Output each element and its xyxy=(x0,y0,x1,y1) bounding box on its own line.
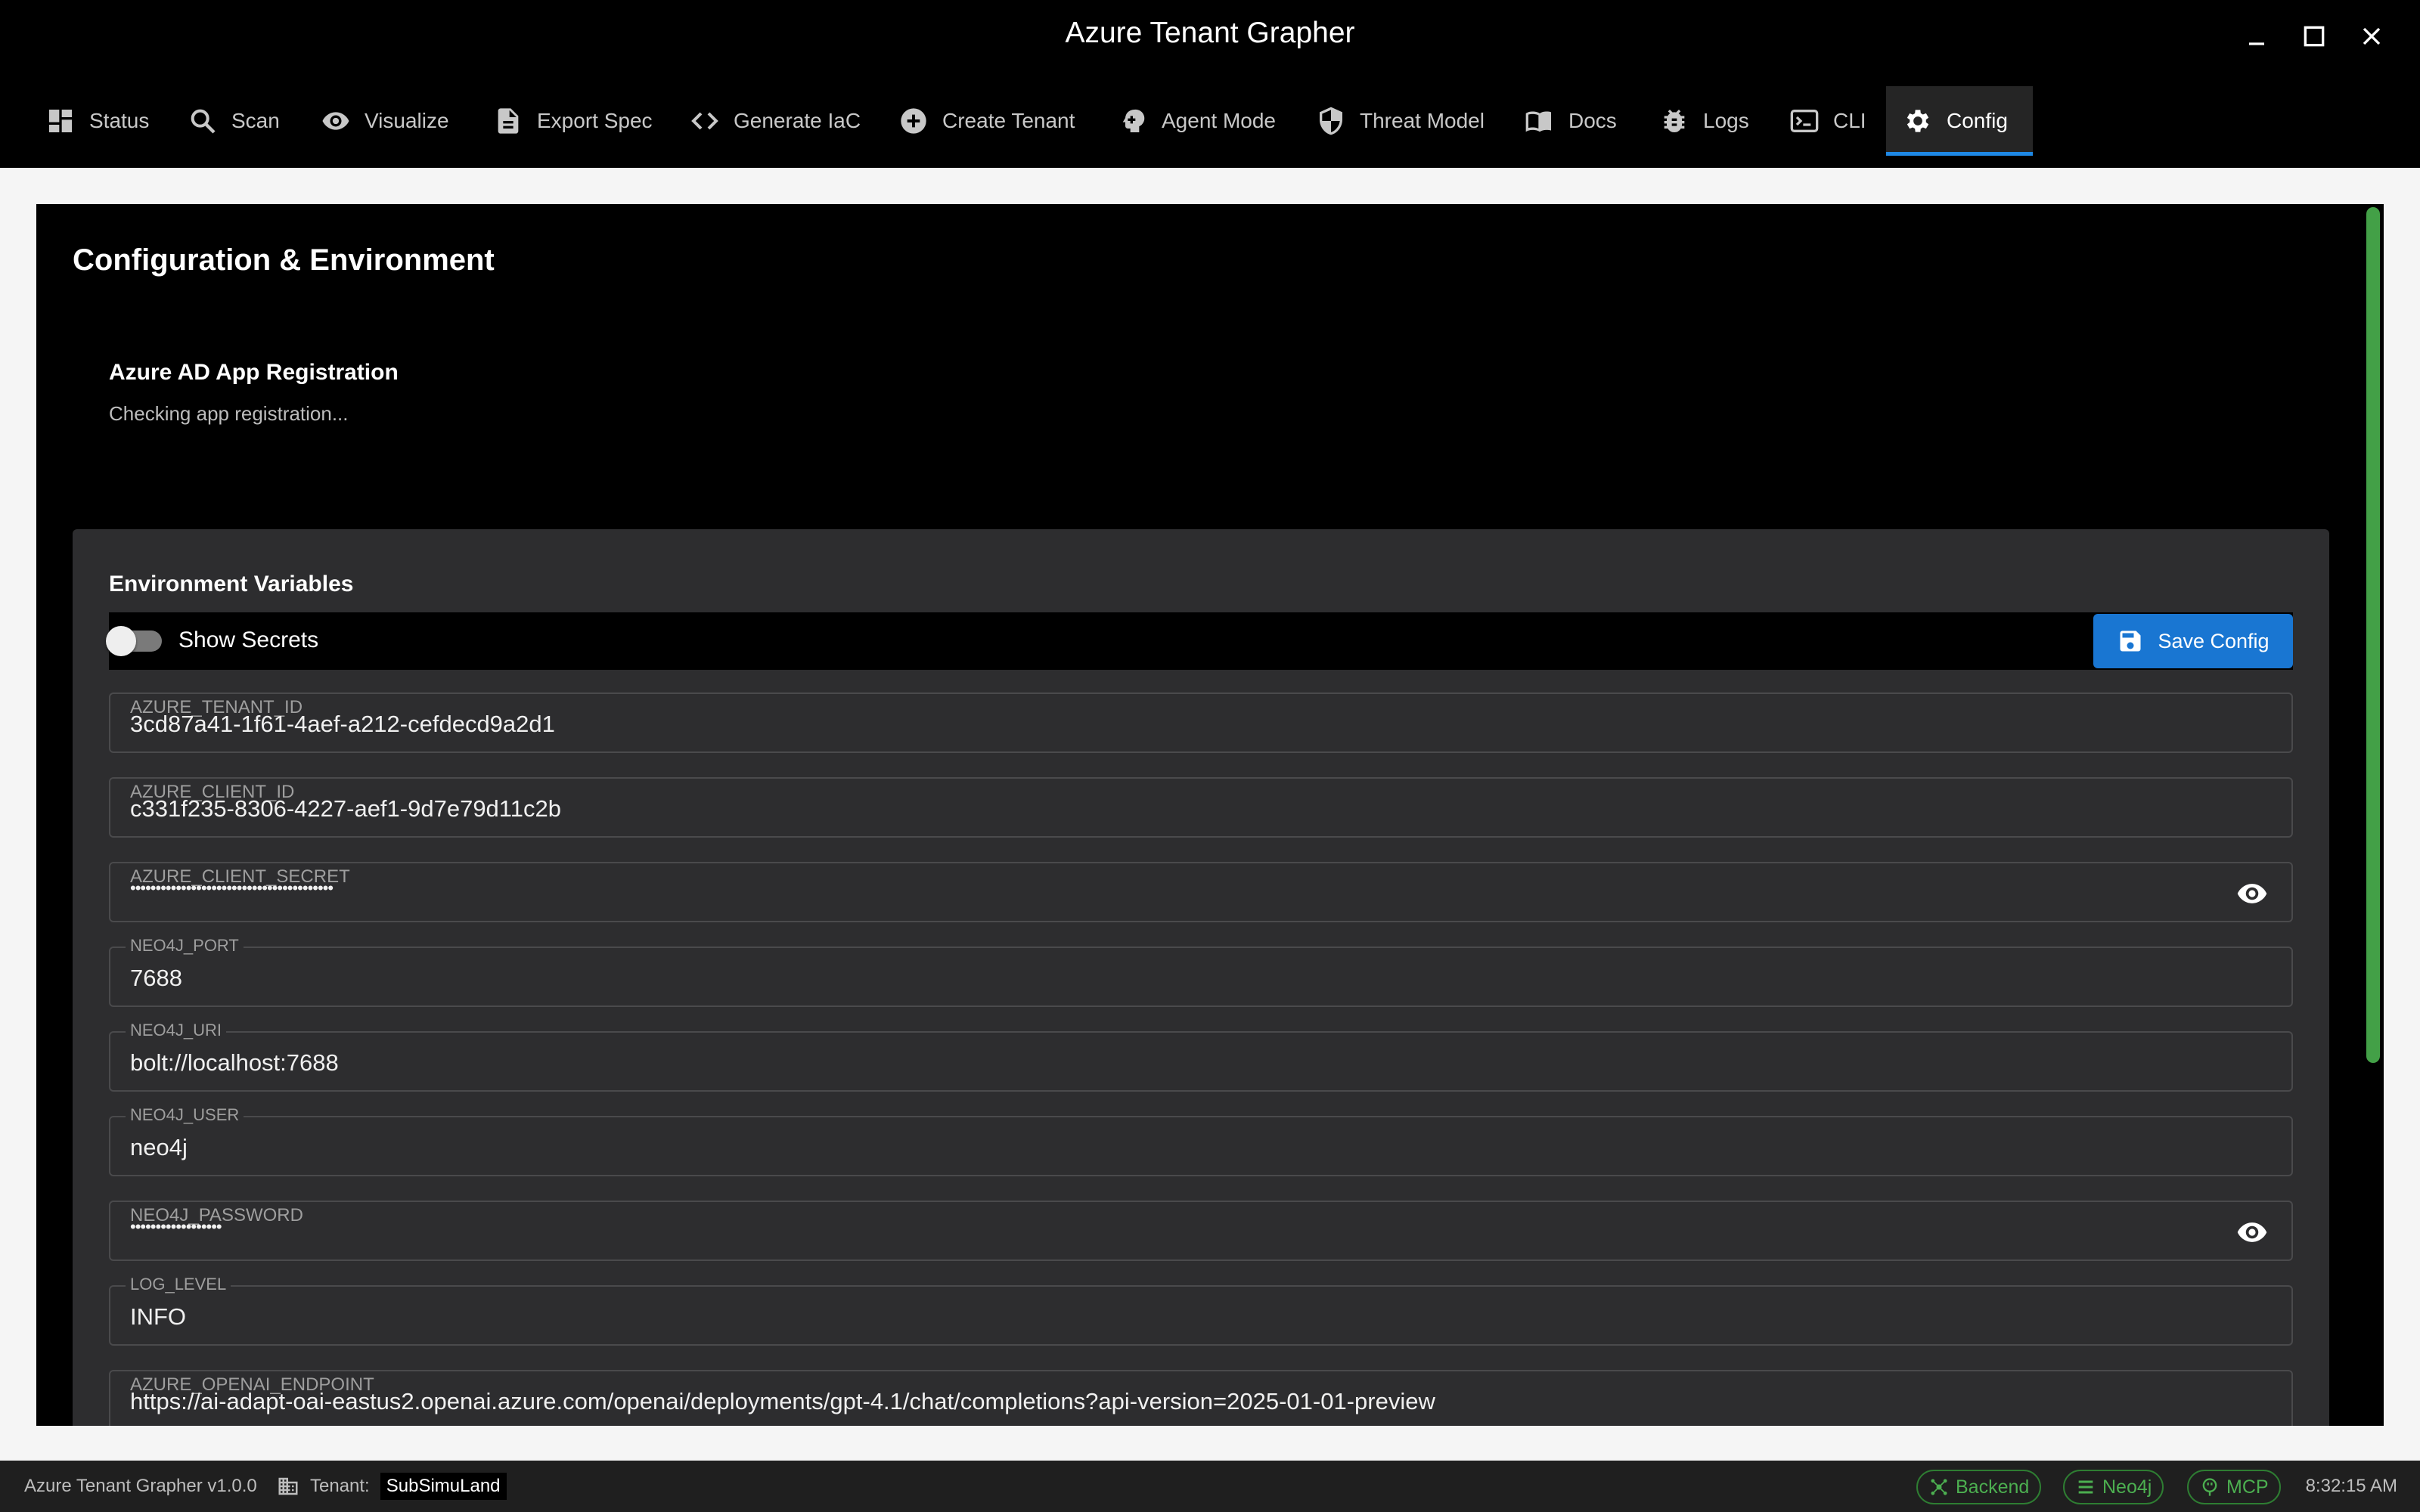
close-button[interactable] xyxy=(2352,17,2391,56)
backend-status-chip: Backend xyxy=(1916,1470,2042,1504)
minimize-button[interactable] xyxy=(2237,17,2276,56)
brain-icon xyxy=(1122,109,1145,132)
tab-label: Docs xyxy=(1568,109,1617,132)
tab-generate-iac[interactable]: Generate IaC xyxy=(673,86,877,156)
tab-label: Export Spec xyxy=(537,109,653,132)
eye-icon xyxy=(322,112,349,130)
tab-threat-model[interactable]: Threat Model xyxy=(1299,86,1501,156)
search-icon xyxy=(191,109,216,134)
status-bar: Azure Tenant Grapher v1.0.0 Tenant: SubS… xyxy=(0,1461,2420,1512)
tab-label: Threat Model xyxy=(1360,109,1485,132)
field-value: c331f235-8306-4227-aef1-9d7e79d11c2b xyxy=(130,795,561,822)
field-label: NEO4J_PORT xyxy=(126,936,244,956)
page-title: Configuration & Environment xyxy=(73,243,495,277)
plug-icon xyxy=(2202,1478,2217,1496)
main-tabs: Status Scan Visualize Export Spec Genera… xyxy=(0,73,2420,168)
hub-icon xyxy=(1931,1479,1947,1495)
bug-icon xyxy=(1664,110,1685,133)
tab-create-tenant[interactable]: Create Tenant xyxy=(882,86,1091,156)
field-label: NEO4J_URI xyxy=(126,1021,227,1040)
book-icon xyxy=(1525,111,1551,132)
tab-cli[interactable]: CLI xyxy=(1773,86,1883,156)
tab-label: Config xyxy=(1947,109,2008,132)
azure-openai-endpoint-field[interactable]: AZURE_OPENAI_ENDPOINT https://ai-adapt-o… xyxy=(109,1370,2293,1426)
field-value: bolt://localhost:7688 xyxy=(130,1049,339,1076)
document-icon xyxy=(498,108,519,134)
tab-label: Status xyxy=(89,109,150,132)
neo4j-uri-field[interactable]: NEO4J_URI bolt://localhost:7688 xyxy=(109,1021,2293,1092)
tab-visualize[interactable]: Visualize xyxy=(304,86,466,156)
tab-label: Scan xyxy=(231,109,280,132)
azure-client-id-field[interactable]: AZURE_CLIENT_ID c331f235-8306-4227-aef1-… xyxy=(109,777,2293,838)
log-level-field[interactable]: LOG_LEVEL INFO xyxy=(109,1275,2293,1346)
field-label: LOG_LEVEL xyxy=(126,1275,231,1294)
app-version: Azure Tenant Grapher v1.0.0 xyxy=(24,1476,257,1496)
clock: 8:32:15 AM xyxy=(2305,1476,2397,1496)
env-section-title: Environment Variables xyxy=(109,572,354,596)
tab-label: Create Tenant xyxy=(942,109,1075,132)
list-icon xyxy=(2078,1480,2093,1494)
maximize-icon xyxy=(2304,26,2325,47)
dashboard-icon xyxy=(49,110,72,132)
terminal-icon xyxy=(1790,110,1819,132)
chip-label: Backend xyxy=(1956,1476,2030,1498)
config-panel: Configuration & Environment Azure AD App… xyxy=(36,204,2384,1426)
gear-icon xyxy=(1907,110,1929,132)
neo4j-port-field[interactable]: NEO4J_PORT 7688 xyxy=(109,936,2293,1007)
minimize-icon xyxy=(2249,42,2264,45)
building-icon xyxy=(278,1477,298,1495)
tab-logs[interactable]: Logs xyxy=(1643,86,1766,156)
maximize-button[interactable] xyxy=(2294,17,2334,56)
close-icon xyxy=(2363,27,2381,45)
env-toolbar: Show Secrets Save Config xyxy=(106,612,2293,670)
neo4j-password-field[interactable]: NEO4J_PASSWORD •••••••••••••••••• xyxy=(109,1201,2293,1261)
field-value: •••••••••••••••••• xyxy=(130,1217,222,1236)
azure-tenant-id-field[interactable]: AZURE_TENANT_ID 3cd87a41-1f61-4aef-a212-… xyxy=(109,692,2293,753)
toggle-visibility-icon[interactable] xyxy=(2235,877,2269,910)
field-value: INFO xyxy=(130,1303,187,1330)
toggle-thumb xyxy=(106,626,136,656)
vertical-scrollbar[interactable] xyxy=(2366,207,2380,1063)
tab-label: CLI xyxy=(1833,109,1866,132)
tab-label: Logs xyxy=(1703,109,1749,132)
tab-export-spec[interactable]: Export Spec xyxy=(476,86,669,156)
window-title: Azure Tenant Grapher xyxy=(1065,17,1355,49)
field-value: https://ai-adapt-oai-eastus2.openai.azur… xyxy=(130,1388,1435,1414)
show-secrets-label: Show Secrets xyxy=(178,627,319,652)
save-config-label: Save Config xyxy=(2158,629,2270,652)
field-value: 3cd87a41-1f61-4aef-a212-cefdecd9a2d1 xyxy=(130,711,555,737)
app-registration-title: Azure AD App Registration xyxy=(109,360,399,385)
field-value: 7688 xyxy=(130,965,182,991)
environment-variables-card: Environment Variables Show Secrets Save … xyxy=(73,529,2329,1426)
save-icon xyxy=(2120,631,2141,652)
add-circle-icon xyxy=(901,108,926,134)
tab-label: Agent Mode xyxy=(1162,109,1276,132)
toggle-visibility-icon[interactable] xyxy=(2235,1216,2269,1249)
chip-label: MCP xyxy=(2226,1476,2269,1498)
neo4j-status-chip: Neo4j xyxy=(2063,1470,2164,1504)
tab-scan[interactable]: Scan xyxy=(171,86,296,156)
neo4j-user-field[interactable]: NEO4J_USER neo4j xyxy=(109,1105,2293,1176)
field-value: •••••••••••••••••••••••••••••••••••••••• xyxy=(130,878,334,897)
show-secrets-toggle[interactable] xyxy=(106,626,162,656)
mcp-status-chip: MCP xyxy=(2187,1470,2281,1504)
tab-status[interactable]: Status xyxy=(29,86,166,156)
chip-label: Neo4j xyxy=(2102,1476,2152,1498)
tab-config[interactable]: Config xyxy=(1886,86,2033,156)
app-registration-status: Checking app registration... xyxy=(109,402,349,425)
tab-agent-mode[interactable]: Agent Mode xyxy=(1101,86,1292,156)
tab-label: Visualize xyxy=(365,109,449,132)
tenant-name: SubSimuLand xyxy=(380,1473,507,1500)
save-config-button[interactable]: Save Config xyxy=(2093,614,2293,668)
tenant-indicator: Tenant: SubSimuLand xyxy=(277,1473,507,1500)
code-icon xyxy=(691,112,718,130)
field-label: NEO4J_USER xyxy=(126,1105,244,1125)
title-bar: Azure Tenant Grapher xyxy=(0,0,2420,73)
tenant-label: Tenant: xyxy=(310,1476,370,1496)
tab-label: Generate IaC xyxy=(734,109,861,132)
azure-client-secret-field[interactable]: AZURE_CLIENT_SECRET ••••••••••••••••••••… xyxy=(109,862,2293,922)
field-value: neo4j xyxy=(130,1134,188,1160)
shield-icon xyxy=(1320,107,1342,135)
tab-docs[interactable]: Docs xyxy=(1508,86,1634,156)
